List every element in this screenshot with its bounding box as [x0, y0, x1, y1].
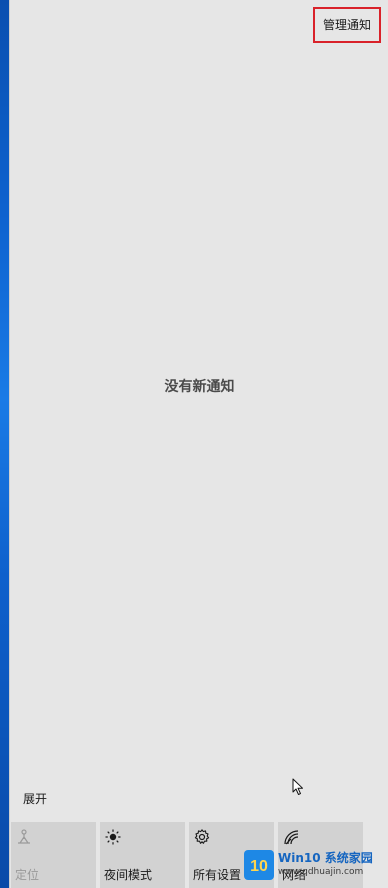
quick-action-night-light[interactable]: 夜间模式	[100, 822, 185, 888]
quick-action-location[interactable]: 定位	[11, 822, 96, 888]
watermark: 10 Win10 系统家园 www.qdhuajin.com	[244, 844, 384, 884]
watermark-logo-icon: 10	[244, 850, 274, 880]
screen: 管理通知 没有新通知 展开 定位 夜间模式 所有设置 网络 10 Win10 系…	[0, 0, 388, 888]
watermark-brand: Win10 系统家园	[278, 851, 373, 865]
manage-notifications-link[interactable]: 管理通知	[313, 7, 381, 43]
expand-quick-actions-link[interactable]: 展开	[23, 790, 47, 807]
quick-action-label: 夜间模式	[104, 868, 153, 882]
svg-text:10: 10	[250, 858, 268, 875]
watermark-url: www.qdhuajin.com	[278, 867, 364, 877]
location-icon	[18, 829, 30, 844]
night-light-icon	[105, 829, 121, 845]
action-center-panel: 管理通知 没有新通知 展开	[9, 0, 388, 888]
mouse-cursor-icon	[292, 778, 303, 795]
desktop-background-strip	[0, 0, 9, 888]
quick-action-label: 所有设置	[193, 868, 242, 882]
quick-action-label: 定位	[15, 868, 40, 882]
no-notifications-message: 没有新通知	[164, 379, 235, 395]
gear-icon	[194, 829, 210, 844]
